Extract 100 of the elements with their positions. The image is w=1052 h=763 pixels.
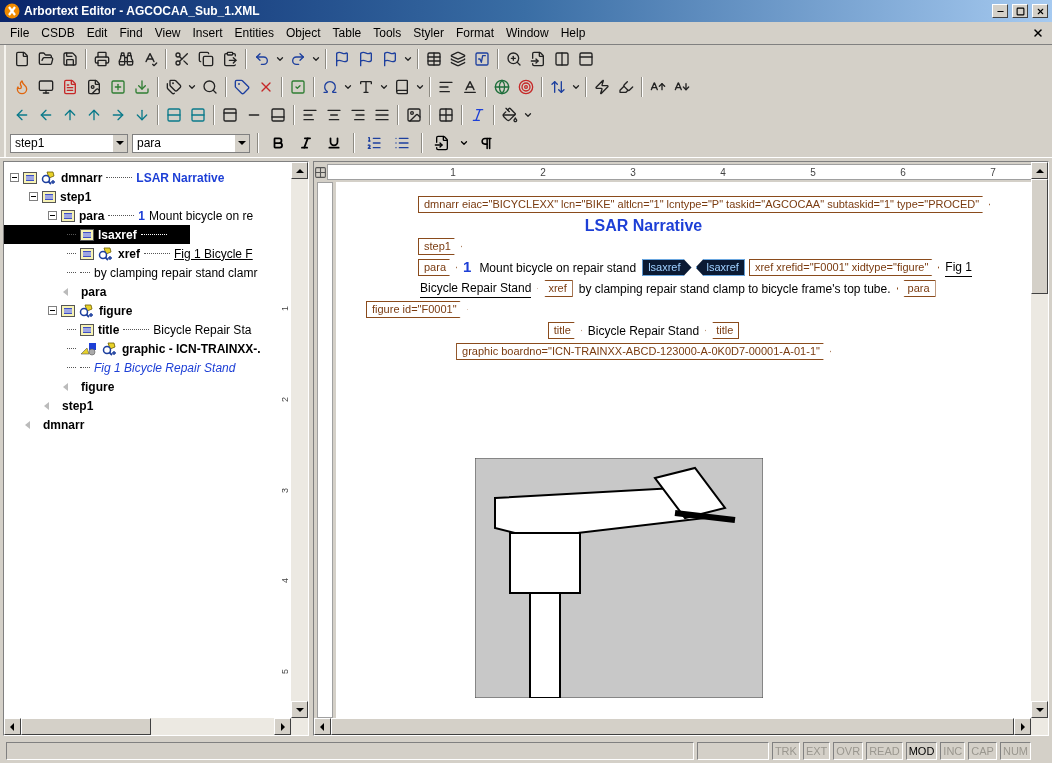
menu-item[interactable]: Styler	[407, 24, 450, 42]
end-tag[interactable]: xref	[537, 280, 573, 297]
status-indicator: OVR	[833, 742, 864, 760]
menu-item[interactable]: Insert	[186, 24, 229, 42]
end-tag-name: figure	[81, 378, 115, 396]
ruler-number: 5	[279, 669, 292, 675]
dropdown-arrow-icon	[115, 138, 125, 148]
scroll-down-button[interactable]	[1031, 701, 1048, 718]
end-arrow-icon	[63, 287, 69, 296]
element-name: xref	[118, 245, 140, 263]
element-title: LSAR Narrative	[136, 169, 225, 187]
scroll-down-button[interactable]	[291, 701, 308, 718]
element-icon	[80, 323, 94, 336]
vertical-scrollbar[interactable]	[1031, 162, 1048, 718]
element-name: step1	[60, 188, 92, 206]
ruler-number: 1	[279, 305, 292, 311]
start-tag[interactable]: xref xrefid="F0001" xidtype="figure"	[748, 259, 940, 276]
scroll-thumb[interactable]	[1031, 179, 1048, 294]
step-number: 1	[463, 257, 472, 278]
menu-item[interactable]: Object	[279, 24, 327, 42]
collapse-toggle[interactable]	[48, 306, 57, 315]
ruler-number: 6	[899, 165, 907, 180]
tree-item[interactable]: by clamping repair stand clamr	[4, 263, 266, 282]
collapse-toggle[interactable]	[10, 173, 19, 182]
text-content: by clamping repair stand clamr	[94, 264, 258, 282]
tree-item[interactable]: para	[4, 282, 190, 301]
ruler-number: 4	[719, 165, 727, 180]
tree-item[interactable]: dmnarr LSAR Narrative	[4, 168, 233, 187]
element-select[interactable]: step1	[10, 133, 128, 153]
cross-reference-link[interactable]: Fig 1	[945, 258, 972, 277]
menu-item[interactable]: Window	[500, 24, 555, 42]
element-name: para	[79, 207, 105, 225]
close-document-icon[interactable]	[1032, 27, 1044, 39]
scroll-right-button[interactable]	[1014, 718, 1031, 735]
element-icon	[23, 171, 37, 184]
tree-item[interactable]: dmnarr	[4, 415, 190, 434]
end-arrow-icon	[44, 401, 50, 410]
menu-item[interactable]: Entities	[228, 24, 280, 42]
horizontal-scrollbar[interactable]	[4, 718, 308, 735]
tree-item[interactable]: title Bicycle Repair Sta	[4, 320, 260, 339]
status-indicator: CAP	[968, 742, 997, 760]
cross-reference-link: Fig 1 Bicycle F	[174, 245, 253, 263]
table-grid-icon	[314, 165, 327, 179]
tree-item[interactable]: figure	[4, 301, 190, 320]
scroll-left-button[interactable]	[4, 718, 21, 735]
end-tag-name: dmnarr	[43, 416, 85, 434]
close-icon[interactable]	[1032, 4, 1048, 18]
status-indicator: MOD	[905, 742, 938, 760]
end-tag[interactable]: para	[896, 280, 936, 297]
start-tag[interactable]: figure id="F0001"	[366, 301, 468, 318]
tree-item[interactable]: xref Fig 1 Bicycle F	[4, 244, 261, 263]
minimize-icon[interactable]	[992, 4, 1008, 18]
tree-item[interactable]: lsaxref	[4, 225, 190, 244]
window-title: Arbortext Editor - AGCOCAA_Sub_1.XML	[24, 3, 261, 20]
element-icon	[42, 190, 56, 203]
start-tag[interactable]: graphic boardno="ICN-TRAINXX-ABCD-123000-A-0K0D7-00001-A-01-1"	[456, 343, 831, 360]
maximize-icon[interactable]	[1012, 4, 1028, 18]
menu-item[interactable]: View	[148, 24, 187, 42]
tree-item[interactable]: figure	[4, 377, 190, 396]
tree-item[interactable]: step1	[4, 187, 190, 206]
end-tag[interactable]: title	[705, 322, 740, 339]
style-select[interactable]: para	[132, 133, 250, 153]
menu-item[interactable]: Find	[113, 24, 149, 42]
scroll-left-button[interactable]	[314, 718, 331, 735]
vertical-scrollbar[interactable]	[291, 162, 308, 718]
menu-item[interactable]: Format	[449, 24, 500, 42]
menu-item[interactable]: Tools	[367, 24, 408, 42]
start-tag[interactable]: para	[418, 259, 458, 276]
element-icon	[80, 247, 94, 260]
ruler-number: 4	[279, 578, 292, 584]
tree-item[interactable]: para 1 Mount bicycle on re	[4, 206, 262, 225]
caption-text: Fig 1 Bicycle Repair Stand	[94, 359, 236, 377]
menu-item[interactable]: File	[4, 24, 36, 42]
tree-item[interactable]: Fig 1 Bicycle Repair Stand	[4, 358, 244, 377]
scroll-right-button[interactable]	[274, 718, 291, 735]
scroll-thumb[interactable]	[21, 718, 151, 735]
status-indicator: TRK	[771, 742, 800, 760]
scroll-up-button[interactable]	[291, 162, 308, 179]
status-indicator: EXT	[802, 742, 831, 760]
tree-item[interactable]: step1	[4, 396, 190, 415]
start-tag[interactable]: step1	[418, 238, 462, 255]
ruler-number: 2	[539, 165, 547, 180]
collapse-toggle[interactable]	[48, 211, 57, 220]
start-tag[interactable]: lsaxref	[642, 259, 692, 276]
scroll-up-button[interactable]	[1031, 162, 1048, 179]
menu-item[interactable]: CSDB	[35, 24, 81, 42]
cross-reference-link[interactable]: Bicycle Repair Stand	[420, 279, 532, 298]
element-content: Bicycle Repair Sta	[153, 321, 252, 339]
collapse-toggle[interactable]	[29, 192, 38, 201]
element-name: graphic - ICN-TRAINXX-.	[122, 340, 261, 358]
start-tag[interactable]: dmnarr eiac="BICYCLEXX" lcn="BIKE" altlcn="1" lcntype="P" taskid="AGCOCAA" subtaskid="1" type="PROCED"	[418, 196, 991, 213]
end-tag[interactable]: lsaxref	[695, 259, 745, 276]
tree-item[interactable]: graphic - ICN-TRAINXX-.	[4, 339, 269, 358]
menu-item[interactable]: Help	[554, 24, 592, 42]
menu-item[interactable]: Edit	[80, 24, 114, 42]
menu-item[interactable]: Table	[326, 24, 368, 42]
status-indicator: INC	[940, 742, 966, 760]
element-icon	[80, 228, 94, 241]
start-tag[interactable]: title	[547, 322, 582, 339]
graphic-icon	[80, 341, 98, 356]
